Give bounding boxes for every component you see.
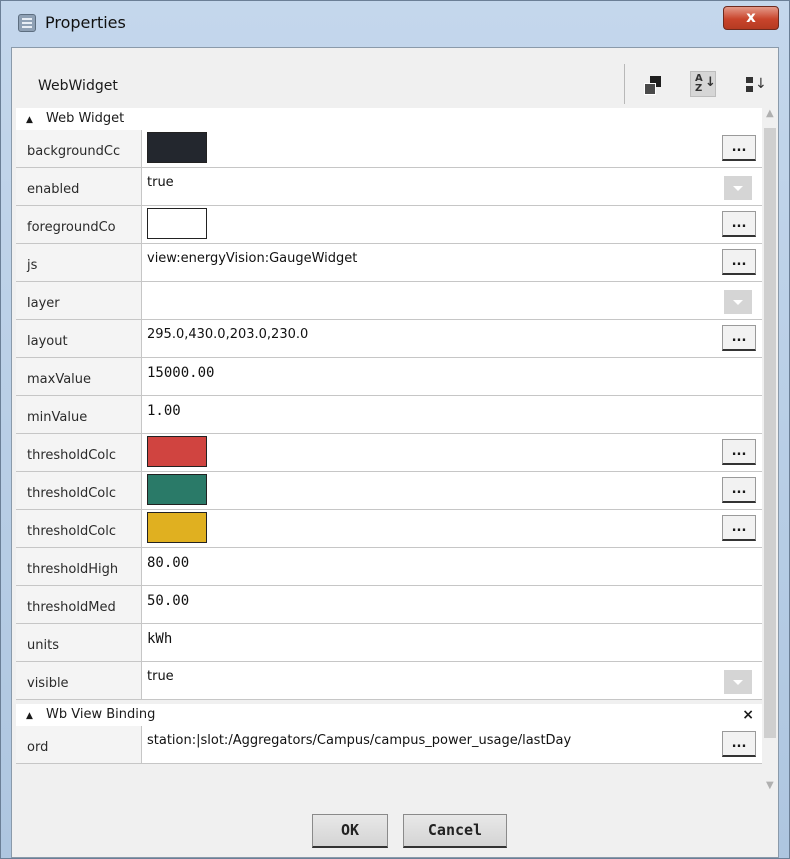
property-name: thresholdHigh: [16, 548, 142, 585]
scroll-down-icon[interactable]: ▼: [766, 780, 774, 791]
property-row: js view:energyVision:GaugeWidget...: [16, 244, 762, 282]
close-group-icon[interactable]: ×: [742, 704, 754, 726]
property-sheet: ▲ Web Widget backgroundCc... enabled true for…: [16, 108, 762, 798]
cancel-button[interactable]: Cancel: [403, 814, 507, 848]
ok-button[interactable]: OK: [312, 814, 388, 848]
edit-button[interactable]: ...: [722, 439, 756, 465]
property-row: minValue 1.00: [16, 396, 762, 434]
property-name: thresholdColc: [16, 434, 142, 471]
property-row: backgroundCc...: [16, 130, 762, 168]
property-value[interactable]: 1.00: [147, 403, 181, 419]
property-row: thresholdColc...: [16, 434, 762, 472]
property-name: js: [16, 244, 142, 281]
group-label: Web Widget: [46, 111, 125, 126]
color-swatch[interactable]: [147, 208, 207, 239]
title-bar: Properties x: [1, 1, 789, 47]
property-name: ord: [16, 726, 142, 763]
edit-button[interactable]: ...: [722, 477, 756, 503]
color-swatch[interactable]: [147, 512, 207, 543]
color-swatch[interactable]: [147, 474, 207, 505]
property-name: enabled: [16, 168, 142, 205]
scroll-up-icon[interactable]: ▲: [766, 108, 774, 119]
property-name: maxValue: [16, 358, 142, 395]
property-value[interactable]: view:energyVision:GaugeWidget: [147, 251, 357, 266]
edit-button[interactable]: ...: [722, 325, 756, 351]
property-name: backgroundCc: [16, 130, 142, 167]
property-row: maxValue 15000.00: [16, 358, 762, 396]
property-row: thresholdHigh 80.00: [16, 548, 762, 586]
vertical-scrollbar[interactable]: ▲ ▼: [762, 106, 778, 798]
color-swatch[interactable]: [147, 132, 207, 163]
properties-window: Properties x WebWidget A Z ↓ ↓ ▲ Web Widget…: [0, 0, 790, 859]
property-row: layer: [16, 282, 762, 320]
sort-order-icon[interactable]: ↓: [746, 74, 768, 96]
dropdown-arrow-icon[interactable]: [724, 670, 752, 694]
window-title: Properties: [45, 13, 126, 32]
dialog-client: WebWidget A Z ↓ ↓ ▲ Web Widget backgroundCc.…: [11, 47, 779, 858]
property-row: thresholdColc...: [16, 472, 762, 510]
property-value[interactable]: 80.00: [147, 555, 189, 571]
property-name: units: [16, 624, 142, 661]
add-slot-icon[interactable]: [642, 74, 664, 96]
property-row: thresholdColc...: [16, 510, 762, 548]
property-value[interactable]: kWh: [147, 631, 172, 647]
property-name: thresholdColc: [16, 472, 142, 509]
property-row: layout 295.0,430.0,203.0,230.0...: [16, 320, 762, 358]
collapse-caret-icon[interactable]: ▲: [26, 705, 33, 727]
property-row: enabled true: [16, 168, 762, 206]
color-swatch[interactable]: [147, 436, 207, 467]
scroll-thumb[interactable]: [764, 128, 776, 738]
collapse-caret-icon[interactable]: ▲: [26, 109, 33, 131]
sort-alphabetical-icon[interactable]: A Z ↓: [690, 71, 716, 97]
property-row: visible true: [16, 662, 762, 700]
group-header-web-widget[interactable]: ▲ Web Widget: [16, 108, 762, 130]
property-name: visible: [16, 662, 142, 699]
app-icon: [18, 14, 36, 32]
property-name: layout: [16, 320, 142, 357]
property-value[interactable]: 295.0,430.0,203.0,230.0: [147, 327, 308, 342]
property-name: minValue: [16, 396, 142, 433]
property-name: thresholdMed: [16, 586, 142, 623]
dialog-footer: OK Cancel: [12, 798, 778, 857]
property-value[interactable]: station:|slot:/Aggregators/Campus/campus…: [147, 733, 571, 748]
property-value[interactable]: 15000.00: [147, 365, 214, 381]
dropdown-arrow-icon[interactable]: [724, 176, 752, 200]
property-row: ord station:|slot:/Aggregators/Campus/cam…: [16, 726, 762, 764]
property-name: foregroundCo: [16, 206, 142, 243]
group-label: Wb View Binding: [46, 707, 156, 722]
property-row: units kWh: [16, 624, 762, 662]
edit-button[interactable]: ...: [722, 211, 756, 237]
dropdown-arrow-icon[interactable]: [724, 290, 752, 314]
property-name: layer: [16, 282, 142, 319]
edit-button[interactable]: ...: [722, 249, 756, 275]
header-title: WebWidget: [38, 78, 118, 94]
edit-button[interactable]: ...: [722, 135, 756, 161]
edit-button[interactable]: ...: [722, 731, 756, 757]
group-header-wb-view-binding[interactable]: ▲ Wb View Binding ×: [16, 704, 762, 726]
property-row: thresholdMed 50.00: [16, 586, 762, 624]
close-button[interactable]: x: [723, 6, 779, 30]
property-row: foregroundCo...: [16, 206, 762, 244]
toolbar-separator: [624, 64, 625, 104]
property-value[interactable]: 50.00: [147, 593, 189, 609]
property-value[interactable]: true: [147, 175, 174, 190]
header-bar: WebWidget A Z ↓ ↓: [12, 48, 778, 108]
property-name: thresholdColc: [16, 510, 142, 547]
edit-button[interactable]: ...: [722, 515, 756, 541]
property-value[interactable]: true: [147, 669, 174, 684]
